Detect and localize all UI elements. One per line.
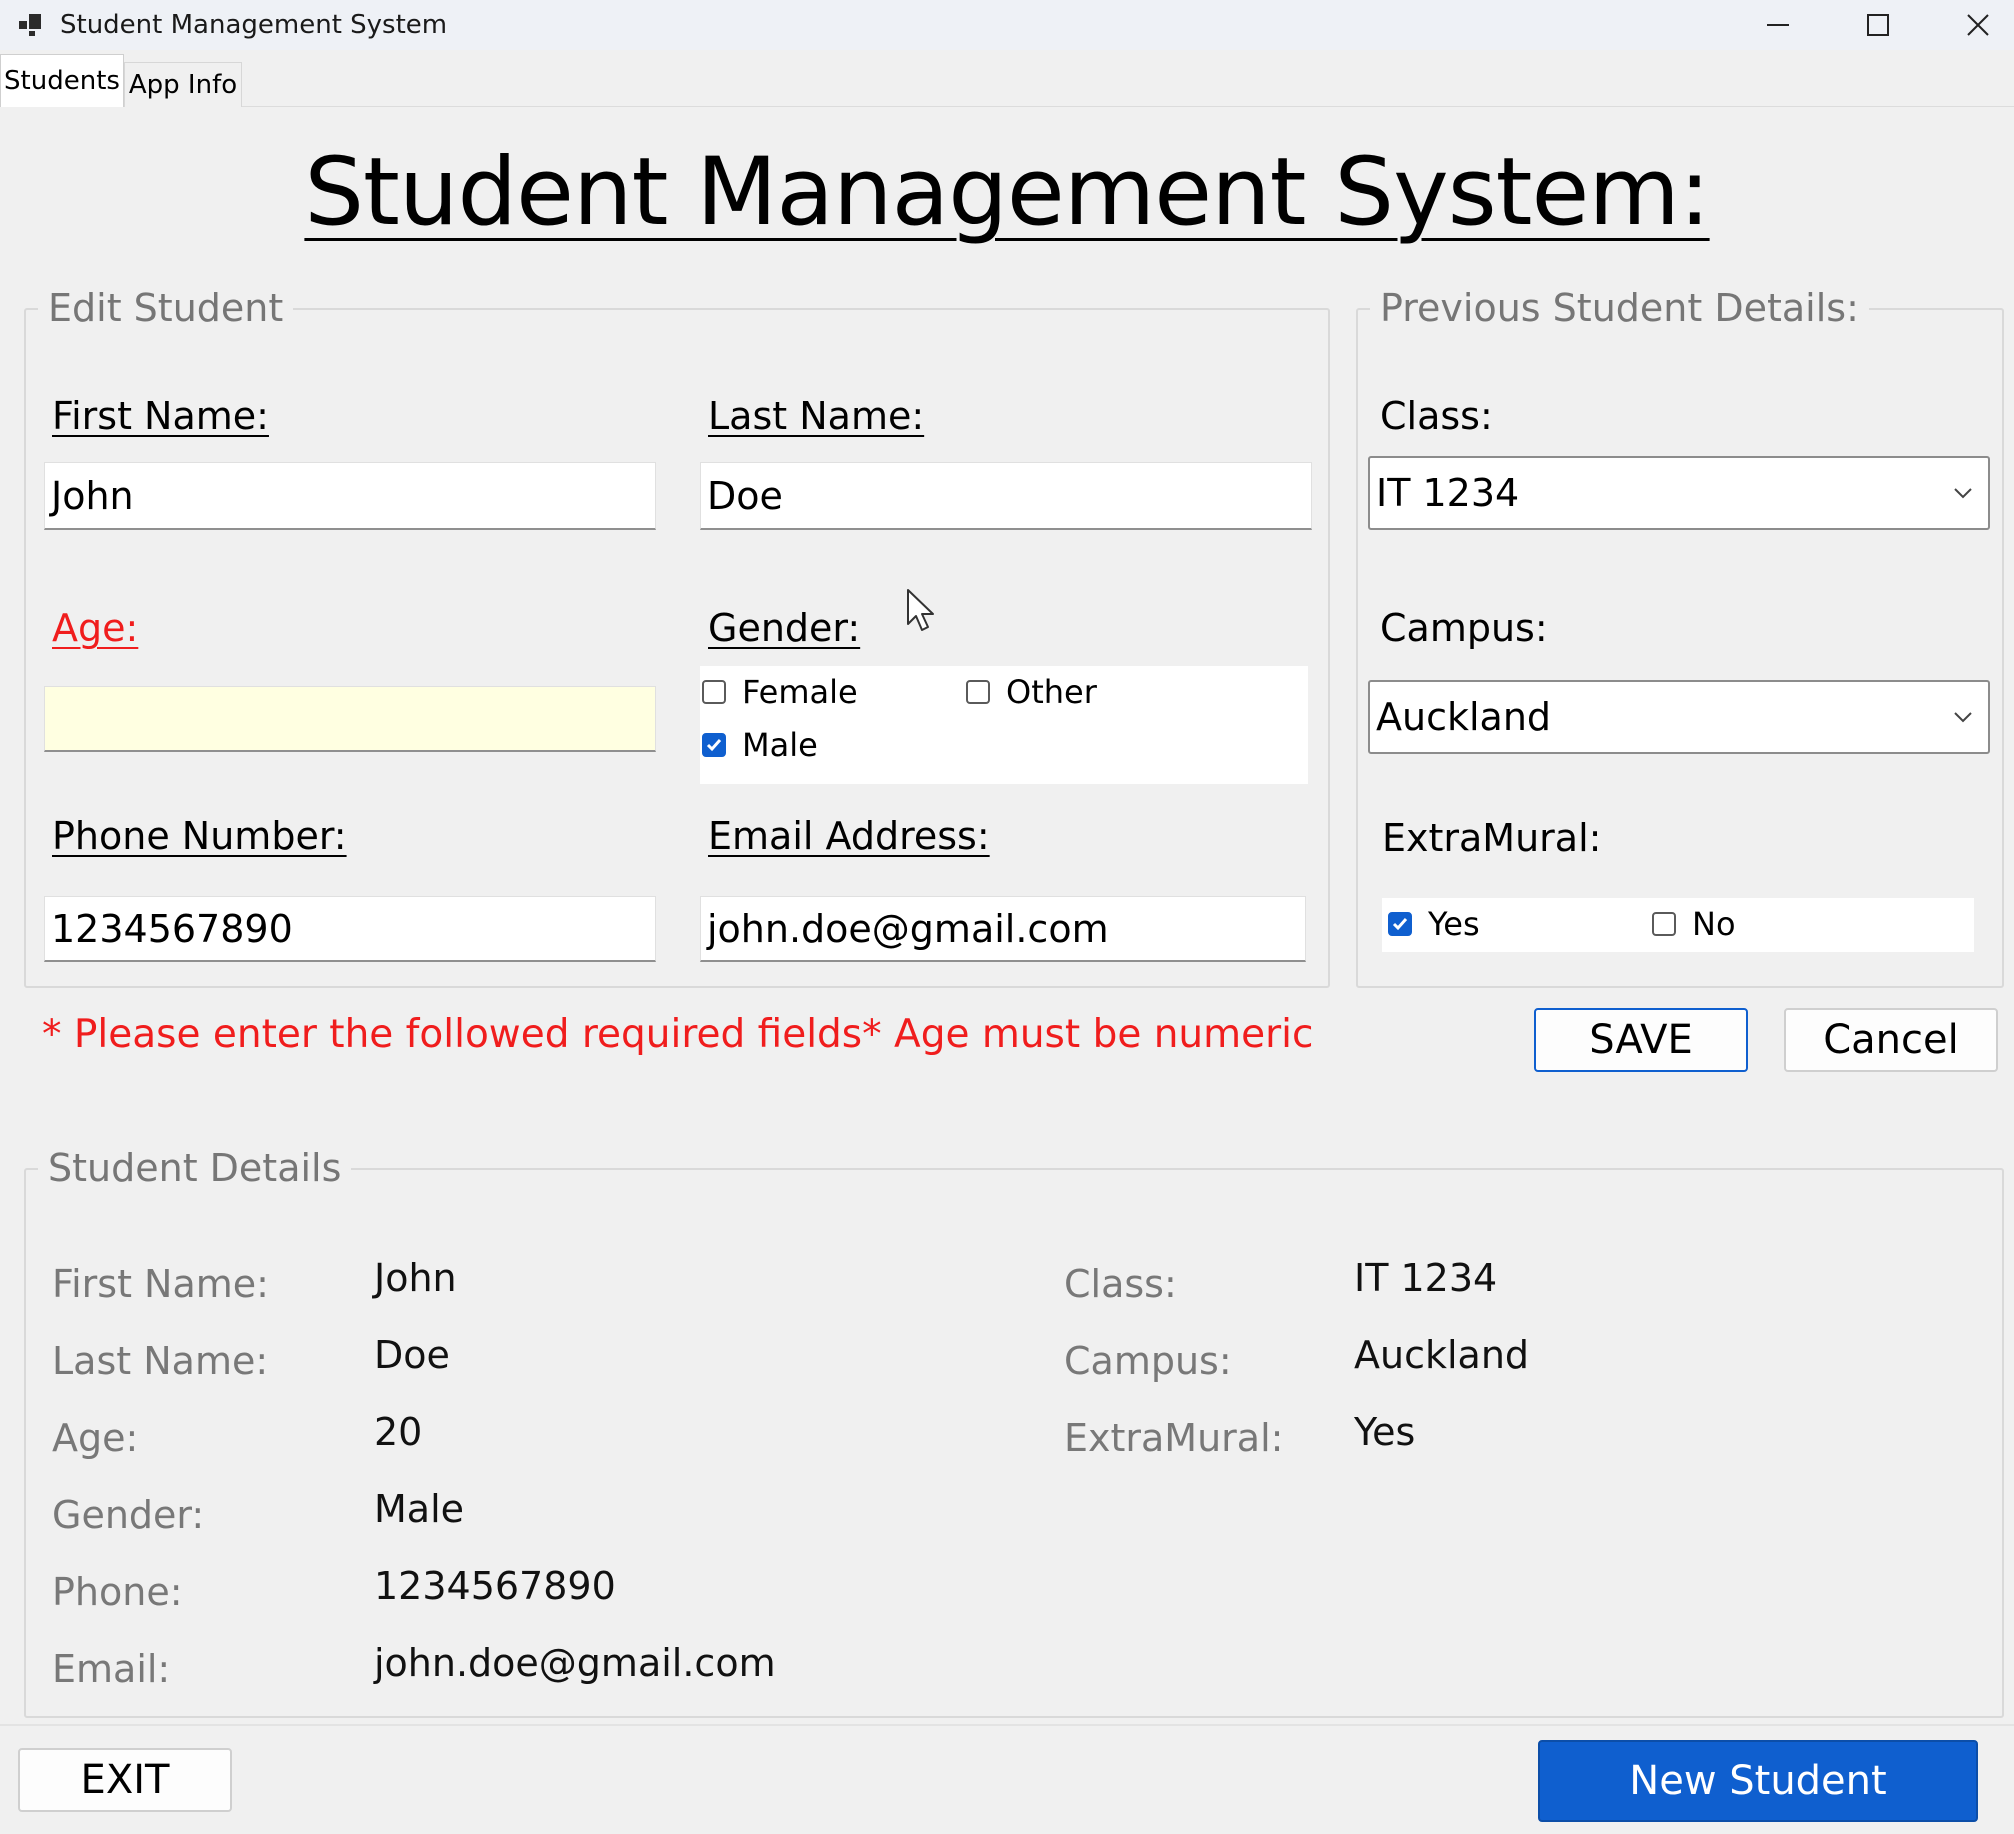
phone-input[interactable]: 1234567890: [44, 896, 656, 962]
campus-selected-value: Auckland: [1376, 695, 1552, 739]
maximize-button[interactable]: [1830, 0, 1926, 50]
detail-last-name-label: Last Name:: [52, 1339, 269, 1383]
email-label: Email Address:: [708, 814, 990, 858]
detail-first-name-label: First Name:: [52, 1262, 269, 1306]
first-name-input[interactable]: John: [44, 462, 656, 530]
checkmark-icon: [706, 739, 722, 752]
detail-gender-value: Male: [374, 1487, 465, 1531]
close-button[interactable]: [1930, 0, 2014, 50]
detail-extramural-value: Yes: [1354, 1410, 1416, 1454]
gender-male-label: Male: [742, 726, 818, 764]
page-title: Student Management System:: [304, 138, 1710, 247]
maximize-icon: [1867, 14, 1889, 36]
detail-phone-label: Phone:: [52, 1570, 183, 1614]
gender-female-checkbox[interactable]: [702, 680, 726, 704]
detail-class-label: Class:: [1064, 1262, 1177, 1306]
detail-phone-value: 1234567890: [374, 1564, 616, 1608]
class-selected-value: IT 1234: [1376, 471, 1520, 515]
last-name-label: Last Name:: [708, 394, 925, 438]
footer-divider: [0, 1724, 2014, 1726]
save-button[interactable]: SAVE: [1534, 1008, 1748, 1072]
cancel-button[interactable]: Cancel: [1784, 1008, 1998, 1072]
window-title: Student Management System: [60, 10, 448, 40]
extramural-no-label: No: [1692, 905, 1736, 943]
gender-label: Gender:: [708, 606, 861, 650]
detail-age-label: Age:: [52, 1416, 139, 1460]
detail-email-label: Email:: [52, 1647, 171, 1691]
student-details-legend: Student Details: [38, 1146, 352, 1190]
chevron-down-icon: [1952, 458, 1974, 528]
extramural-no-checkbox[interactable]: [1652, 912, 1676, 936]
class-label: Class:: [1380, 394, 1493, 438]
extramural-yes-label: Yes: [1428, 905, 1480, 943]
detail-last-name-value: Doe: [374, 1333, 450, 1377]
class-dropdown[interactable]: IT 1234: [1368, 456, 1990, 530]
tab-students[interactable]: Students: [0, 54, 124, 107]
gender-other-checkbox[interactable]: [966, 680, 990, 704]
close-icon: [1967, 14, 1989, 36]
detail-campus-value: Auckland: [1354, 1333, 1530, 1377]
email-input[interactable]: john.doe@gmail.com: [700, 896, 1306, 962]
mouse-cursor-icon: [907, 589, 934, 631]
gender-female-label: Female: [742, 673, 858, 711]
previous-details-legend: Previous Student Details:: [1370, 286, 1869, 330]
detail-extramural-label: ExtraMural:: [1064, 1416, 1284, 1460]
campus-dropdown[interactable]: Auckland: [1368, 680, 1990, 754]
detail-age-value: 20: [374, 1410, 423, 1454]
phone-label: Phone Number:: [52, 814, 347, 858]
detail-first-name-value: John: [374, 1256, 457, 1300]
detail-class-value: IT 1234: [1354, 1256, 1498, 1300]
first-name-label: First Name:: [52, 394, 269, 438]
minimize-icon: [1767, 24, 1789, 26]
chevron-down-icon: [1952, 682, 1974, 752]
gender-other-label: Other: [1006, 673, 1097, 711]
extramural-label: ExtraMural:: [1382, 816, 1602, 860]
checkmark-icon: [1392, 918, 1408, 931]
student-details-group: [24, 1168, 2004, 1718]
minimize-button[interactable]: [1730, 0, 1826, 50]
last-name-input[interactable]: Doe: [700, 462, 1312, 530]
validation-error-message: * Please enter the followed required fie…: [42, 1012, 1314, 1057]
tab-strip: [0, 50, 2014, 107]
extramural-yes-checkbox[interactable]: [1388, 912, 1412, 936]
gender-male-checkbox[interactable]: [702, 733, 726, 757]
new-student-button[interactable]: New Student: [1538, 1740, 1978, 1822]
app-icon: [19, 14, 41, 36]
detail-campus-label: Campus:: [1064, 1339, 1232, 1383]
edit-student-legend: Edit Student: [38, 286, 294, 330]
detail-gender-label: Gender:: [52, 1493, 205, 1537]
exit-button[interactable]: EXIT: [18, 1748, 232, 1812]
age-input[interactable]: [44, 686, 656, 752]
campus-label: Campus:: [1380, 606, 1548, 650]
age-label: Age:: [52, 606, 139, 650]
detail-email-value: john.doe@gmail.com: [374, 1641, 776, 1685]
tab-app-info[interactable]: App Info: [124, 62, 242, 107]
